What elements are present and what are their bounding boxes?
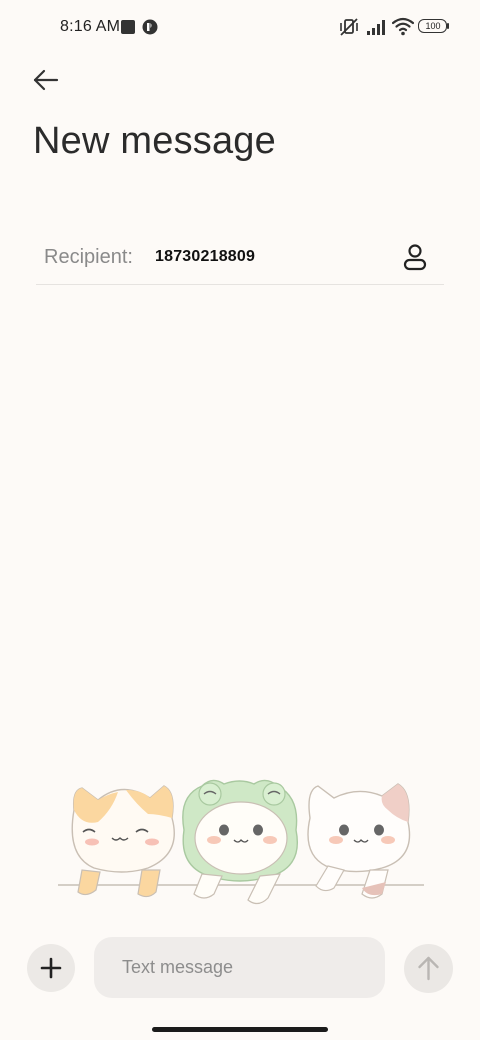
- signal-icon: [366, 18, 388, 36]
- arrow-left-icon: [33, 69, 59, 91]
- recipient-label: Recipient:: [44, 246, 133, 268]
- status-time: 8:16 AM: [60, 18, 121, 35]
- person-icon: [403, 244, 427, 271]
- cats-illustration: [52, 770, 428, 910]
- arrow-up-icon: [418, 956, 439, 981]
- battery-level: 100: [425, 21, 441, 31]
- calico-cat: [307, 783, 411, 899]
- plus-icon: [40, 957, 62, 979]
- home-indicator[interactable]: [152, 1027, 328, 1032]
- contact-picker-button[interactable]: [400, 242, 430, 272]
- vibrate-off-icon: [338, 16, 360, 38]
- notification-square-icon: [121, 20, 135, 34]
- back-button[interactable]: [26, 62, 66, 98]
- wifi-icon: [392, 17, 414, 36]
- recipient-row: Recipient: 18730218809: [36, 232, 444, 285]
- send-button[interactable]: [404, 944, 453, 993]
- text-message-input[interactable]: [94, 937, 385, 998]
- page-title: New message: [33, 120, 276, 162]
- add-attachment-button[interactable]: [27, 944, 75, 992]
- app-notification-icon: [142, 19, 158, 35]
- battery-icon: 100: [418, 19, 450, 35]
- orange-cat: [71, 785, 175, 898]
- recipient-field[interactable]: 18730218809: [155, 248, 355, 266]
- new-message-screen: 8:16 AM 100 New message Recipient: 18730…: [0, 0, 480, 1040]
- status-bar: 8:16 AM 100: [0, 0, 480, 56]
